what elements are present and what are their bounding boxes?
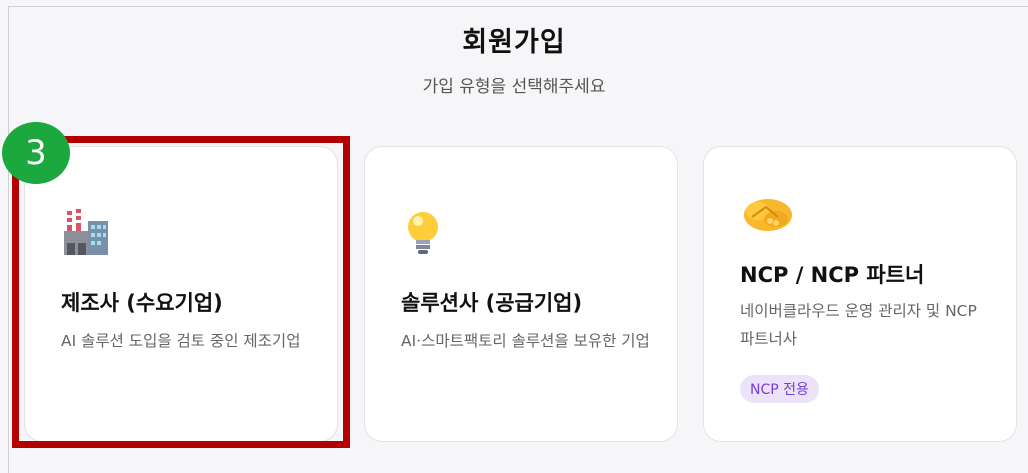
card-description: 네이버클라우드 운영 관리자 및 NCP 파트너사 (740, 302, 977, 348)
ncp-only-badge: NCP 전용 (740, 375, 819, 403)
card-title: 제조사 (수요기업) (61, 291, 223, 315)
card-description: AI 솔루션 도입을 검토 중인 제조기업 (61, 332, 301, 350)
factory-icon (61, 207, 111, 257)
signup-type-solution-provider-card[interactable]: 솔루션사 (공급기업) AI·스마트팩토리 솔루션을 보유한 기업 (364, 146, 678, 442)
signup-type-ncp-partner-card[interactable]: NCP / NCP 파트너 네이버클라우드 운영 관리자 및 NCP 파트너사 … (703, 146, 1017, 442)
card-description: AI·스마트팩토리 솔루션을 보유한 기업 (401, 332, 650, 350)
page-subtitle: 가입 유형을 선택해주세요 (422, 77, 606, 97)
lightbulb-icon (401, 207, 451, 257)
card-title: 솔루션사 (공급기업) (401, 291, 583, 315)
step-number-badge: 3 (2, 122, 70, 184)
page-title: 회원가입 (462, 27, 566, 58)
handshake-icon (740, 189, 792, 239)
card-title: NCP / NCP 파트너 (740, 263, 925, 287)
signup-type-manufacturer-card[interactable]: 제조사 (수요기업) AI 솔루션 도입을 검토 중인 제조기업 (24, 146, 338, 442)
